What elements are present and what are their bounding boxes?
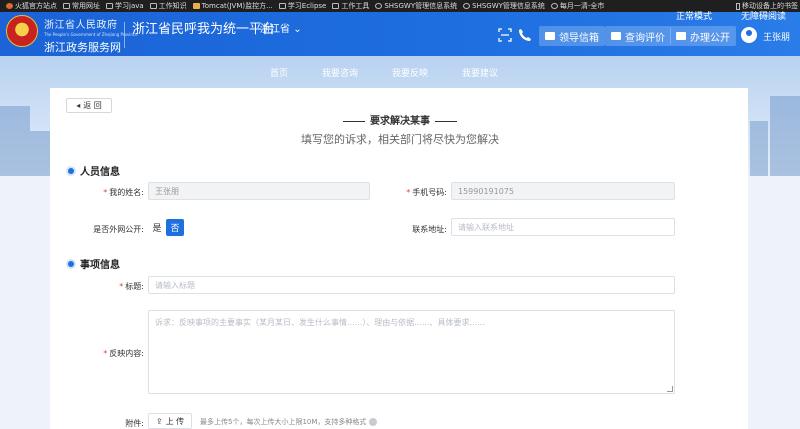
attachment-label: 附件: bbox=[125, 419, 144, 428]
platform-title: 浙江省民呼我为统一平台 bbox=[132, 22, 276, 37]
bookmark-item[interactable]: 火狐官方站点 bbox=[6, 1, 57, 11]
upload-icon: ⇪ bbox=[155, 416, 163, 426]
upload-hint: 最多上传5个，每次上传大小上限10M，支持多种格式 bbox=[200, 417, 378, 427]
content-textarea[interactable]: 诉求：反映事项的主要事实（某月某日、发生什么事情......）、理由与依据...… bbox=[148, 310, 675, 394]
main-nav: 首页 我要咨询 我要反映 我要建议 bbox=[270, 66, 532, 79]
scan-icon[interactable] bbox=[498, 28, 512, 42]
section-matter-info: 事项信息 bbox=[68, 256, 120, 271]
help-icon[interactable] bbox=[369, 418, 378, 426]
public-label: 是否外网公开: bbox=[93, 225, 144, 234]
nav-home[interactable]: 首页 bbox=[270, 66, 288, 79]
bookmark-item[interactable]: 常用网址 bbox=[63, 1, 100, 11]
bookmark-item[interactable]: SHSGWY管理信息系统 bbox=[463, 1, 545, 11]
national-emblem-icon bbox=[6, 15, 38, 47]
tomcat-icon bbox=[192, 3, 200, 9]
chevron-down-icon: ⌄ bbox=[293, 24, 302, 35]
folder-icon bbox=[63, 3, 70, 9]
globe-icon bbox=[463, 3, 471, 9]
mail-icon bbox=[545, 32, 555, 40]
nav-report[interactable]: 我要反映 bbox=[392, 66, 428, 79]
address-label: 联系地址: bbox=[412, 225, 447, 234]
province-selector[interactable]: 浙江省 ⌄ bbox=[260, 20, 302, 35]
name-label: * 我的姓名: bbox=[103, 188, 144, 197]
folder-icon bbox=[149, 3, 157, 9]
folder-icon bbox=[332, 3, 340, 9]
nav-suggest[interactable]: 我要建议 bbox=[462, 66, 498, 79]
firefox-icon bbox=[6, 3, 13, 9]
query-evaluation-button[interactable]: 查询评价 bbox=[605, 26, 671, 46]
content-label: * 反映内容: bbox=[103, 349, 144, 358]
section-dot-icon bbox=[68, 167, 74, 174]
name-field: 王张朋 bbox=[148, 182, 370, 200]
back-button[interactable]: ◂ 返 回 bbox=[66, 98, 112, 113]
bookmark-item[interactable]: SHSGWY管理信息系统 bbox=[375, 1, 457, 11]
barrier-free-link[interactable]: 无障碍阅读 bbox=[741, 9, 786, 22]
back-arrow-icon: ◂ bbox=[76, 101, 81, 110]
page-subtitle: 填写您的诉求，相关部门将尽快为您解决 bbox=[301, 133, 499, 146]
bookmark-item[interactable]: 工作知识 bbox=[149, 1, 187, 11]
globe-icon bbox=[375, 3, 383, 9]
phone-icon[interactable] bbox=[518, 28, 532, 42]
bookmark-item[interactable]: 学习Eclipse bbox=[278, 1, 326, 11]
public-toggle: 是 否 bbox=[148, 219, 184, 236]
folder-icon bbox=[106, 3, 113, 9]
bookmark-item[interactable]: 每月一清-全市 bbox=[550, 1, 604, 11]
handle-public-button[interactable]: 办理公开 bbox=[670, 26, 736, 46]
chat-icon bbox=[611, 32, 621, 40]
header-divider bbox=[124, 22, 125, 48]
site-header: 浙江省人民政府 The People's Government of Zheji… bbox=[0, 9, 800, 61]
normal-mode-link[interactable]: 正常模式 bbox=[676, 9, 712, 22]
nav-consult[interactable]: 我要咨询 bbox=[322, 66, 358, 79]
public-no-option[interactable]: 否 bbox=[166, 219, 184, 236]
document-icon bbox=[676, 32, 686, 40]
address-input[interactable]: 请输入联系地址 bbox=[451, 218, 675, 236]
leader-mail-button[interactable]: 领导信箱 bbox=[539, 26, 605, 46]
phone-label: * 手机号码: bbox=[406, 188, 447, 197]
username[interactable]: 王张朋 bbox=[763, 30, 790, 43]
section-person-info: 人员信息 bbox=[68, 163, 120, 178]
upload-button[interactable]: ⇪ 上 传 bbox=[148, 413, 192, 429]
avatar[interactable] bbox=[741, 27, 757, 43]
bookmark-item[interactable]: Tomcat(JVM)监控方... bbox=[192, 1, 273, 11]
mobile-icon bbox=[736, 2, 740, 10]
folder-icon bbox=[278, 3, 286, 9]
bookmark-item[interactable]: 工作工具 bbox=[332, 1, 369, 11]
globe-icon bbox=[550, 3, 558, 9]
title-input[interactable]: 请输入标题 bbox=[148, 276, 675, 294]
section-dot-icon bbox=[68, 260, 74, 267]
bookmark-item[interactable]: 学习java bbox=[106, 1, 144, 11]
phone-field: 15990191075 bbox=[451, 182, 675, 200]
title-label: * 标题: bbox=[119, 282, 144, 291]
page-title: 要求解决某事 bbox=[0, 112, 800, 127]
public-yes-option[interactable]: 是 bbox=[148, 219, 166, 236]
resize-handle[interactable] bbox=[667, 386, 673, 392]
